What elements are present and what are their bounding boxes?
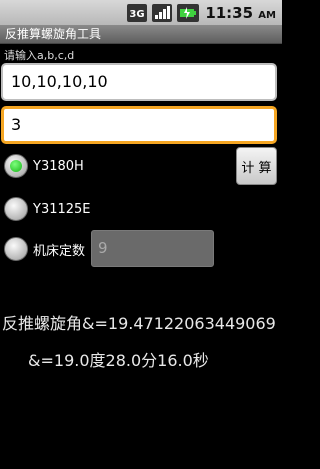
radio-label-y31125e: Y31125E — [33, 201, 91, 217]
radio-label-machine-constant: 机床定数 — [33, 243, 86, 259]
app-title-bar: 反推算螺旋角工具 — [0, 25, 282, 44]
calculate-button[interactable]: 计 算 — [236, 147, 277, 185]
radio-label-y3180h: Y3180H — [33, 158, 84, 174]
clock: 11:35 AM — [205, 4, 276, 22]
second-input[interactable]: 3 — [1, 106, 277, 144]
signal-bars-icon — [152, 3, 173, 22]
radio-selected-icon[interactable] — [4, 154, 28, 178]
radio-option-y31125e[interactable]: Y31125E — [4, 197, 91, 221]
network-3g-icon: 3G — [127, 3, 148, 22]
clock-time: 11:35 — [205, 3, 254, 22]
input-hint-label: 请输入a,b,c,d — [4, 49, 75, 62]
radio-option-machine-constant[interactable]: 机床定数 — [4, 237, 85, 261]
battery-icon — [177, 3, 200, 22]
radio-unselected-icon[interactable] — [4, 237, 28, 261]
radio-dot — [10, 160, 22, 172]
network-badge-text: 3G — [130, 9, 145, 20]
radio-unselected-icon[interactable] — [4, 197, 28, 221]
abcd-input[interactable]: 10,10,10,10 — [1, 63, 277, 101]
clock-ampm: AM — [258, 9, 276, 21]
radio-option-y3180h[interactable]: Y3180H — [4, 154, 84, 178]
machine-constant-input[interactable]: 9 — [91, 230, 214, 267]
status-bar: 3G 11:35 AM — [0, 0, 282, 25]
result-dms: &=19.0度28.0分16.0秒 — [28, 351, 209, 370]
result-helix-angle: 反推螺旋角&=19.47122063449069 — [2, 314, 276, 333]
